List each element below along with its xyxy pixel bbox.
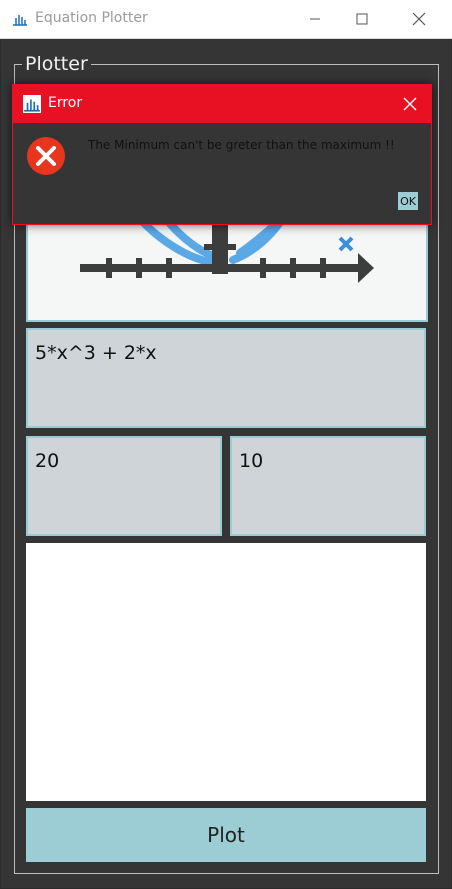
- plot-button[interactable]: Plot: [26, 808, 426, 862]
- close-icon: [403, 97, 417, 111]
- window-titlebar: Equation Plotter: [0, 0, 452, 39]
- minimize-icon: [310, 18, 320, 20]
- maximize-button[interactable]: [339, 0, 385, 38]
- error-dialog: Error The Minimum can't be greter than t…: [12, 84, 432, 225]
- dialog-titlebar: Error: [13, 85, 431, 123]
- ok-button[interactable]: OK: [398, 192, 418, 210]
- window-title: Equation Plotter: [35, 10, 148, 26]
- maximize-icon: [356, 13, 368, 25]
- plot-button-label: Plot: [207, 823, 245, 847]
- maximum-value: 10: [239, 450, 264, 472]
- plot-canvas: [26, 543, 426, 801]
- equation-value: 5*x^3 + 2*x: [35, 342, 157, 364]
- ok-button-label: OK: [400, 194, 416, 208]
- minimize-button[interactable]: [292, 0, 338, 38]
- equation-input[interactable]: 5*x^3 + 2*x: [26, 328, 426, 428]
- minimum-value: 20: [35, 450, 60, 472]
- minimum-input[interactable]: 20: [26, 436, 222, 536]
- dialog-message: The Minimum can't be greter than the max…: [88, 138, 395, 152]
- plot-app-icon: [13, 15, 27, 26]
- plotter-group-label: Plotter: [22, 53, 91, 75]
- close-icon: [412, 12, 426, 26]
- plot-app-icon: [23, 95, 41, 113]
- close-button[interactable]: [396, 0, 442, 38]
- error-icon: [27, 137, 65, 175]
- dialog-title: Error: [48, 95, 83, 111]
- maximum-input[interactable]: 10: [230, 436, 426, 536]
- dialog-close-button[interactable]: [396, 90, 424, 118]
